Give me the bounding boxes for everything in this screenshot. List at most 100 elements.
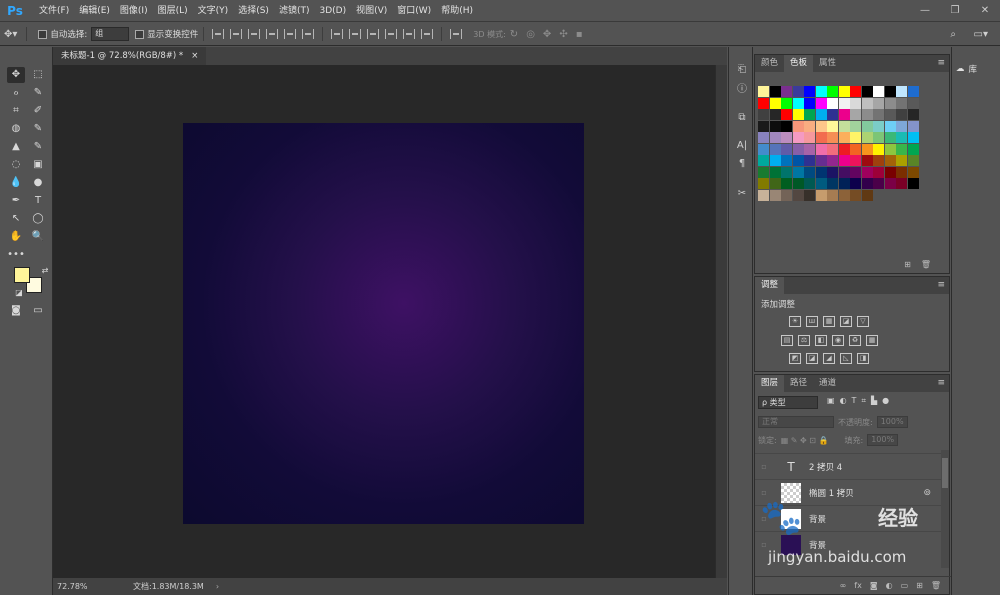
- close-tab-icon[interactable]: ×: [191, 47, 198, 65]
- color-swatch[interactable]: [907, 132, 919, 143]
- color-swatch[interactable]: [838, 132, 850, 143]
- color-swatch[interactable]: [873, 120, 884, 132]
- color-swatch[interactable]: [850, 132, 861, 143]
- color-swatch[interactable]: [804, 97, 815, 109]
- color-swatch[interactable]: [804, 109, 815, 120]
- color-swatch[interactable]: [907, 97, 919, 109]
- levels-icon[interactable]: ш: [806, 316, 818, 327]
- color-swatch[interactable]: [781, 143, 792, 155]
- menu-window[interactable]: 窗口(W): [392, 0, 436, 22]
- color-swatch[interactable]: [861, 120, 873, 132]
- visibility-toggle[interactable]: ▫: [755, 462, 773, 471]
- new-layer-icon[interactable]: ⊞: [916, 581, 923, 590]
- color-swatch[interactable]: [838, 97, 850, 109]
- lasso-tool-icon[interactable]: ℴ: [7, 85, 25, 101]
- color-swatch[interactable]: [884, 166, 896, 178]
- color-swatch[interactable]: [804, 189, 815, 201]
- document-tab[interactable]: 未标题-1 @ 72.8%(RGB/8#) * ×: [53, 47, 207, 65]
- color-swatch[interactable]: [884, 109, 896, 120]
- color-swatch[interactable]: [769, 132, 781, 143]
- document-canvas[interactable]: [183, 123, 584, 524]
- auto-align-icon[interactable]: [450, 29, 463, 39]
- menu-edit[interactable]: 编辑(E): [74, 0, 115, 22]
- menu-view[interactable]: 视图(V): [351, 0, 392, 22]
- zoom-level[interactable]: 72.78%: [53, 582, 103, 591]
- distribute-left-icon[interactable]: [385, 29, 398, 39]
- type-tool-icon[interactable]: T: [29, 193, 47, 209]
- delete-layer-icon[interactable]: 🗑: [931, 581, 941, 590]
- color-swatch[interactable]: [758, 86, 769, 97]
- color-swatch[interactable]: [861, 143, 873, 155]
- layer-name[interactable]: 椭圆 1 拷贝: [809, 487, 854, 499]
- color-swatch[interactable]: [815, 155, 827, 166]
- distribute-vcenter-icon[interactable]: [349, 29, 362, 39]
- selective-color-icon[interactable]: ◺: [840, 353, 852, 364]
- color-swatch[interactable]: [827, 155, 838, 166]
- 3d-roll-icon[interactable]: ◎: [526, 29, 535, 40]
- color-swatch[interactable]: [815, 97, 827, 109]
- color-swatch[interactable]: [815, 178, 827, 189]
- info-icon[interactable]: ⓘ: [735, 83, 749, 97]
- color-swatch[interactable]: [781, 178, 792, 189]
- history-icon[interactable]: ⎗: [735, 63, 749, 77]
- visibility-toggle[interactable]: ▫: [755, 488, 773, 497]
- smart-object-filter-icon[interactable]: ▙: [871, 396, 877, 406]
- color-swatch[interactable]: [850, 97, 861, 109]
- menu-file[interactable]: 文件(F): [34, 0, 74, 22]
- color-swatch[interactable]: [873, 143, 884, 155]
- restore-button[interactable]: ❐: [940, 0, 970, 22]
- curves-icon[interactable]: ▦: [823, 316, 835, 327]
- ellipse-tool-icon[interactable]: ◯: [29, 211, 47, 227]
- menu-image[interactable]: 图像(I): [115, 0, 153, 22]
- color-swatch[interactable]: [781, 109, 792, 120]
- color-swatch[interactable]: [815, 132, 827, 143]
- status-menu-arrow[interactable]: ›: [216, 582, 219, 591]
- align-right-icon[interactable]: [302, 29, 315, 39]
- color-swatch[interactable]: [827, 178, 838, 189]
- color-swatch[interactable]: [792, 155, 804, 166]
- color-swatch[interactable]: [896, 132, 907, 143]
- color-swatch[interactable]: [769, 166, 781, 178]
- layer-name[interactable]: 2 拷贝 4: [809, 461, 842, 473]
- default-colors-icon[interactable]: ◪: [10, 285, 28, 301]
- color-swatch[interactable]: [827, 189, 838, 201]
- close-button[interactable]: ✕: [970, 0, 1000, 22]
- exposure-icon[interactable]: ◪: [840, 316, 852, 327]
- color-swatch[interactable]: [884, 86, 896, 97]
- link-layers-icon[interactable]: ∞: [840, 581, 847, 590]
- layer-filter-dropdown[interactable]: ρ 类型: [758, 396, 818, 409]
- dodge-tool-icon[interactable]: ●: [29, 175, 47, 191]
- brightness-contrast-icon[interactable]: ☀: [789, 316, 801, 327]
- hand-tool-icon[interactable]: ✋: [7, 229, 25, 245]
- color-swatch[interactable]: [758, 178, 769, 189]
- color-swatch[interactable]: [758, 120, 769, 132]
- color-swatch[interactable]: [815, 166, 827, 178]
- color-swatch[interactable]: [792, 143, 804, 155]
- pen-tool-icon[interactable]: ✒: [7, 193, 25, 209]
- gradient-tool-icon[interactable]: ▣: [29, 157, 47, 173]
- color-swatch[interactable]: [792, 120, 804, 132]
- color-swatch[interactable]: [861, 97, 873, 109]
- layer-style-icon[interactable]: fx: [854, 581, 862, 590]
- color-swatch[interactable]: [896, 178, 907, 189]
- color-swatch[interactable]: [769, 86, 781, 97]
- color-swatch[interactable]: [769, 109, 781, 120]
- tab-layers[interactable]: 图层: [755, 375, 785, 392]
- color-swatch[interactable]: [827, 120, 838, 132]
- color-swatch[interactable]: [896, 109, 907, 120]
- color-swatch[interactable]: [907, 155, 919, 166]
- panel-menu-icon[interactable]: ≡: [937, 277, 945, 294]
- color-swatch[interactable]: [838, 178, 850, 189]
- new-swatch-icon[interactable]: ⊞: [904, 260, 911, 269]
- marquee-tool-icon[interactable]: ⬚: [29, 67, 47, 83]
- swap-colors-icon[interactable]: ⇄: [36, 263, 54, 279]
- color-swatch[interactable]: [873, 178, 884, 189]
- hue-saturation-icon[interactable]: ▤: [781, 335, 793, 346]
- color-swatch[interactable]: [896, 166, 907, 178]
- color-swatch[interactable]: [861, 132, 873, 143]
- shape-filter-icon[interactable]: ⌗: [861, 396, 866, 406]
- color-swatch[interactable]: [781, 120, 792, 132]
- color-swatch[interactable]: [758, 143, 769, 155]
- delete-swatch-icon[interactable]: 🗑: [921, 260, 931, 269]
- move-tool-icon[interactable]: ✥▾: [4, 29, 17, 40]
